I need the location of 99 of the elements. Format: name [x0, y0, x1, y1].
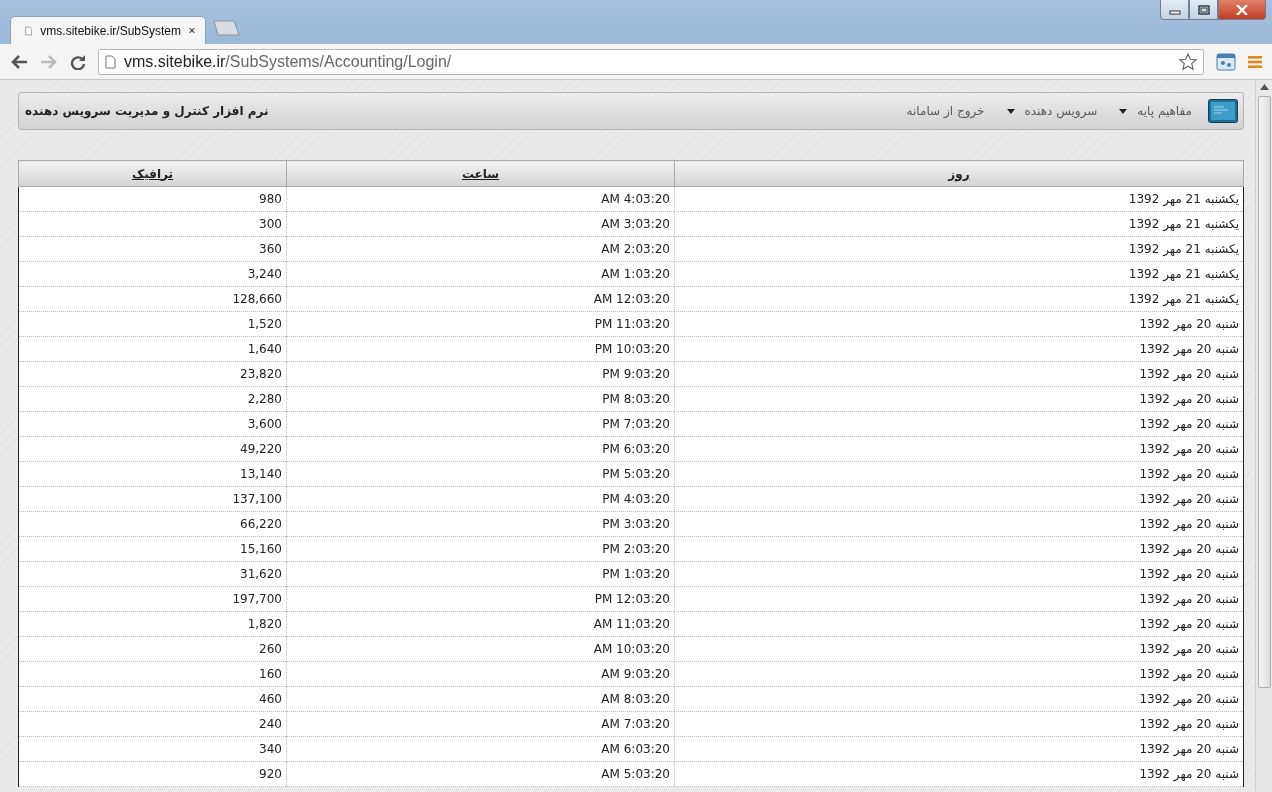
- table-cell: 6:03:20 AM: [286, 736, 675, 762]
- table-cell: 980: [18, 186, 287, 212]
- table-cell: شنبه 20 مهر 1392: [674, 661, 1244, 687]
- column-header[interactable]: ساعت: [286, 160, 675, 187]
- table-cell: 300: [18, 211, 287, 237]
- table-cell: 2:03:20 PM: [286, 536, 675, 562]
- table-cell: شنبه 20 مهر 1392: [674, 611, 1244, 637]
- table-cell: 2,280: [18, 386, 287, 412]
- back-icon[interactable]: [10, 53, 28, 70]
- table-cell: 240: [18, 711, 287, 737]
- table-cell: شنبه 20 مهر 1392: [674, 586, 1244, 612]
- table-cell: 13,140: [18, 461, 287, 487]
- table-cell: 128,660: [18, 286, 287, 312]
- caret-icon[interactable]: [1119, 108, 1128, 114]
- scrollbar[interactable]: [1255, 80, 1272, 792]
- table-cell: 15,160: [18, 536, 287, 562]
- maximize-icon: [1197, 4, 1210, 15]
- table-cell: 340: [18, 736, 287, 762]
- table-cell: شنبه 20 مهر 1392: [674, 436, 1244, 462]
- table-cell: 2:03:20 AM: [286, 236, 675, 262]
- maximize-button[interactable]: [1189, 0, 1218, 20]
- extension-icon[interactable]: [1216, 52, 1236, 71]
- table-cell: 10:03:20 PM: [286, 336, 675, 362]
- table-cell: 1,640: [18, 336, 287, 362]
- table-cell: یکشنبه 21 مهر 1392: [674, 261, 1244, 287]
- table-cell: شنبه 20 مهر 1392: [674, 736, 1244, 762]
- table-cell: 137,100: [18, 486, 287, 512]
- table-cell: 1:03:20 AM: [286, 261, 675, 287]
- table-cell: 6:03:20 PM: [286, 436, 675, 462]
- table-cell: 4:03:20 AM: [286, 186, 675, 212]
- table-cell: شنبه 20 مهر 1392: [674, 561, 1244, 587]
- table-cell: 8:03:20 AM: [286, 686, 675, 712]
- table-cell: 5:03:20 PM: [286, 461, 675, 487]
- table-cell: 460: [18, 686, 287, 712]
- minimize-button[interactable]: [1160, 0, 1189, 20]
- menu-item[interactable]: سرویس دهنده: [1024, 104, 1098, 118]
- table-cell: شنبه 20 مهر 1392: [674, 636, 1244, 662]
- reload-icon[interactable]: [70, 53, 86, 70]
- table-cell: 3,240: [18, 261, 287, 287]
- table-cell: 260: [18, 636, 287, 662]
- table-cell: شنبه 20 مهر 1392: [674, 511, 1244, 537]
- table-cell: 7:03:20 PM: [286, 411, 675, 437]
- table-cell: 3:03:20 PM: [286, 511, 675, 537]
- table-cell: 66,220: [18, 511, 287, 537]
- table-cell: 3:03:20 AM: [286, 211, 675, 237]
- table-cell: 4:03:20 PM: [286, 486, 675, 512]
- table-cell: یکشنبه 21 مهر 1392: [674, 186, 1244, 212]
- table-cell: 11:03:20 PM: [286, 311, 675, 337]
- browser-tab[interactable]: vms.sitebike.ir/SubSystem: [10, 16, 206, 44]
- table-cell: 8:03:20 PM: [286, 386, 675, 412]
- close-button[interactable]: [1218, 0, 1266, 20]
- table-cell: 360: [18, 236, 287, 262]
- table-cell: شنبه 20 مهر 1392: [674, 761, 1244, 787]
- table-cell: شنبه 20 مهر 1392: [674, 361, 1244, 387]
- table-cell: یکشنبه 21 مهر 1392: [674, 236, 1244, 262]
- table-cell: 49,220: [18, 436, 287, 462]
- tab-title: vms.sitebike.ir/SubSystem: [40, 23, 181, 38]
- table-cell: 920: [18, 761, 287, 787]
- table-cell: شنبه 20 مهر 1392: [674, 536, 1244, 562]
- table-cell: 197,700: [18, 586, 287, 612]
- page-icon: [105, 54, 116, 69]
- table-cell: شنبه 20 مهر 1392: [674, 711, 1244, 737]
- page-icon: [25, 23, 33, 38]
- menu-item[interactable]: خروج از سامانه: [906, 104, 985, 118]
- close-icon: [1236, 4, 1248, 15]
- table-cell: شنبه 20 مهر 1392: [674, 336, 1244, 362]
- table-cell: شنبه 20 مهر 1392: [674, 486, 1244, 512]
- column-header[interactable]: ترافیک: [18, 160, 287, 187]
- bookmark-star-icon[interactable]: [1179, 52, 1197, 71]
- table-cell: 3,600: [18, 411, 287, 437]
- close-icon[interactable]: [189, 26, 195, 35]
- table-cell: 1,820: [18, 611, 287, 637]
- column-header[interactable]: روز: [674, 160, 1244, 187]
- caret-icon[interactable]: [1006, 108, 1015, 114]
- table-cell: شنبه 20 مهر 1392: [674, 411, 1244, 437]
- table-cell: شنبه 20 مهر 1392: [674, 386, 1244, 412]
- table-cell: 11:03:20 AM: [286, 611, 675, 637]
- table-cell: 31,620: [18, 561, 287, 587]
- table-cell: 5:03:20 AM: [286, 761, 675, 787]
- monitor-icon: [1208, 99, 1238, 123]
- table-cell: 23,820: [18, 361, 287, 387]
- address-bar[interactable]: vms.sitebike.ir/SubSystems/Accounting/Login/: [98, 48, 1204, 75]
- table-cell: 1,520: [18, 311, 287, 337]
- table-cell: 1:03:20 PM: [286, 561, 675, 587]
- table-cell: 12:03:20 AM: [286, 286, 675, 312]
- menu-item[interactable]: مفاهیم پایه: [1137, 104, 1192, 118]
- table-cell: شنبه 20 مهر 1392: [674, 461, 1244, 487]
- table-cell: 9:03:20 AM: [286, 661, 675, 687]
- table-cell: یکشنبه 21 مهر 1392: [674, 211, 1244, 237]
- table-cell: 10:03:20 AM: [286, 636, 675, 662]
- table-cell: شنبه 20 مهر 1392: [674, 686, 1244, 712]
- scroll-up-icon[interactable]: [1259, 84, 1269, 90]
- table-cell: یکشنبه 21 مهر 1392: [674, 286, 1244, 312]
- table-cell: 12:03:20 PM: [286, 586, 675, 612]
- table-cell: شنبه 20 مهر 1392: [674, 311, 1244, 337]
- table-cell: 9:03:20 PM: [286, 361, 675, 387]
- table-cell: 160: [18, 661, 287, 687]
- app-title: نرم افزار کنترل و مدیریت سرویس دهنده: [25, 104, 269, 118]
- table-cell: 7:03:20 AM: [286, 711, 675, 737]
